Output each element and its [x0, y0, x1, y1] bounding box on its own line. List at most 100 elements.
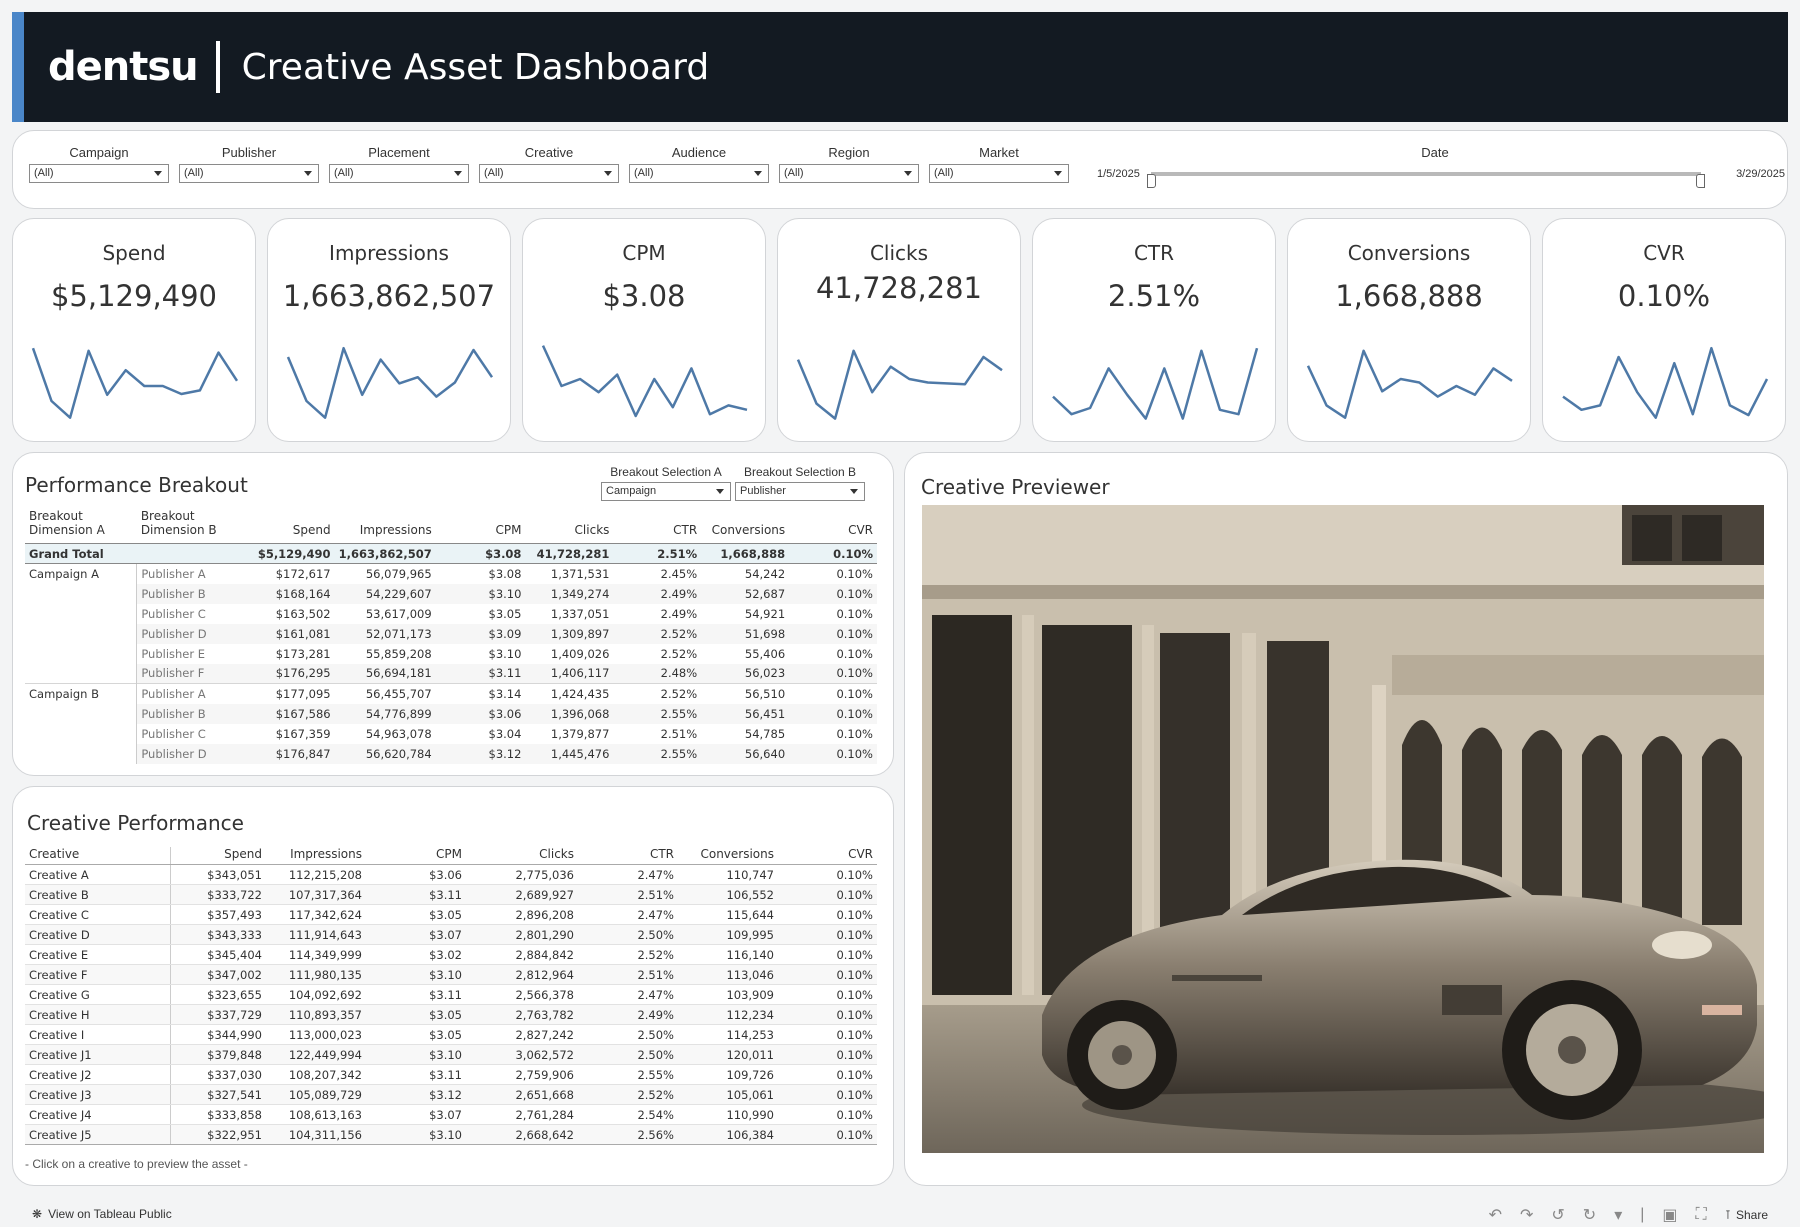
creative-row[interactable]: Creative J1 $379,848 122,449,994 $3.10 3,062…: [25, 1044, 877, 1065]
breakout-dim-b-cell: Publisher C: [136, 723, 249, 744]
kpi-card-impressions: Impressions 1,663,862,507: [267, 218, 511, 442]
creative-row[interactable]: Creative E $345,404 114,349,999 $3.02 2,884,…: [25, 944, 877, 965]
breakout-dim-a-cell: [25, 704, 137, 724]
creative-row[interactable]: Creative C $357,493 117,342,624 $3.05 2,896,…: [25, 904, 877, 925]
date-slider-end-handle[interactable]: [1696, 174, 1705, 188]
kpi-label: Conversions: [1347, 241, 1471, 265]
undo-icon[interactable]: ↶: [1489, 1205, 1502, 1225]
present-icon[interactable]: ▣: [1662, 1205, 1677, 1225]
filter-audience-select[interactable]: (All): [629, 164, 769, 183]
creative-name-cell: Creative I: [25, 1024, 171, 1045]
breakout-row[interactable]: Publisher C $163,502 53,617,009 $3.05 1,337,…: [25, 603, 877, 624]
breakout-row[interactable]: Publisher F $176,295 56,694,181 $3.11 1,406,…: [25, 663, 877, 684]
col-header-dim-b[interactable]: Breakout Dimension B: [137, 509, 249, 544]
kpi-value: 0.10%: [1617, 279, 1711, 313]
creative-row[interactable]: Creative J3 $327,541 105,089,729 $3.12 2,651…: [25, 1084, 877, 1105]
redo-icon[interactable]: ↷: [1520, 1205, 1533, 1225]
breakout-row[interactable]: Publisher B $168,164 54,229,607 $3.10 1,349,…: [25, 583, 877, 604]
kpi-sparkline[interactable]: [792, 329, 1008, 429]
breakout-row[interactable]: Publisher E $173,281 55,859,208 $3.10 1,409,…: [25, 643, 877, 664]
filter-audience-label: Audience: [671, 145, 727, 160]
creative-name-cell: Creative H: [25, 1004, 171, 1025]
col-header-spend[interactable]: Spend: [249, 509, 335, 544]
revert-icon[interactable]: ↺: [1551, 1205, 1564, 1225]
kpi-label: Impressions: [329, 241, 449, 265]
col-header-dim-a[interactable]: Breakout Dimension A: [25, 509, 137, 544]
kpi-sparkline[interactable]: [27, 329, 243, 429]
refresh-icon[interactable]: ↻: [1583, 1205, 1596, 1225]
col-header-cpm[interactable]: CPM: [436, 509, 526, 544]
breakout-cvr-cell: 0.10%: [789, 563, 877, 584]
breakout-ctr-cell: 2.55%: [613, 703, 702, 724]
creative-row[interactable]: Creative I $344,990 113,000,023 $3.05 2,827,…: [25, 1024, 877, 1045]
col-header-cvr[interactable]: CVR: [778, 847, 877, 865]
sparkline-series: [31, 347, 239, 419]
filter-publisher: Publisher (All): [179, 145, 319, 183]
previewer-title: Creative Previewer: [921, 475, 1110, 499]
breakout-selection-a-value: Campaign: [606, 485, 657, 497]
share-button[interactable]: ⊺ Share: [1725, 1208, 1768, 1222]
creative-row[interactable]: Creative A $343,051 112,215,208 $3.06 2,775,…: [25, 864, 877, 885]
creative-row[interactable]: Creative J2 $337,030 108,207,342 $3.11 2,759…: [25, 1064, 877, 1085]
creative-impressions-cell: 111,914,643: [266, 924, 366, 945]
col-header-spend[interactable]: Spend: [170, 847, 266, 865]
breakout-row[interactable]: Publisher D $176,847 56,620,784 $3.12 1,445,…: [25, 743, 877, 764]
breakout-dim-b-cell: Publisher E: [136, 643, 249, 664]
col-header-clicks[interactable]: Clicks: [466, 847, 578, 865]
col-header-creative[interactable]: Creative: [25, 847, 171, 865]
kpi-sparkline[interactable]: [1557, 329, 1773, 429]
filter-publisher-select[interactable]: (All): [179, 164, 319, 183]
filter-region-select[interactable]: (All): [779, 164, 919, 183]
breakout-cpm-cell: $3.09: [435, 623, 526, 644]
breakout-dim-b-cell: Publisher D: [136, 623, 249, 644]
filter-market-select[interactable]: (All): [929, 164, 1069, 183]
col-header-conversions[interactable]: Conversions: [678, 847, 778, 865]
col-header-cpm[interactable]: CPM: [366, 847, 466, 865]
pause-icon[interactable]: ▾: [1614, 1205, 1622, 1225]
col-header-cvr[interactable]: CVR: [789, 509, 877, 544]
creative-header-row: Creative Spend Impressions CPM Clicks CT…: [25, 847, 877, 865]
breakout-row[interactable]: Publisher C $167,359 54,963,078 $3.04 1,379,…: [25, 723, 877, 744]
col-header-ctr[interactable]: CTR: [613, 509, 701, 544]
fullscreen-icon[interactable]: ⛶: [1696, 1206, 1707, 1224]
grand-total-row[interactable]: Grand Total $5,129,490 1,663,862,507 $3.…: [25, 543, 877, 564]
creative-impressions-cell: 104,092,692: [266, 984, 366, 1005]
kpi-sparkline[interactable]: [1047, 329, 1263, 429]
creative-row[interactable]: Creative H $337,729 110,893,357 $3.05 2,763,…: [25, 1004, 877, 1025]
breakout-row[interactable]: Publisher B $167,586 54,776,899 $3.06 1,396,…: [25, 703, 877, 724]
filter-creative-select[interactable]: (All): [479, 164, 619, 183]
creative-row[interactable]: Creative J5 $322,951 104,311,156 $3.10 2,668…: [25, 1124, 877, 1145]
creative-row[interactable]: Creative F $347,002 111,980,135 $3.10 2,812,…: [25, 964, 877, 985]
creative-spend-cell: $323,655: [170, 984, 266, 1005]
filter-campaign-select[interactable]: (All): [29, 164, 169, 183]
creative-conversions-cell: 109,995: [678, 924, 778, 945]
breakout-selection-a-select[interactable]: Campaign: [601, 482, 731, 501]
breakout-selection-b-select[interactable]: Publisher: [735, 482, 865, 501]
col-header-clicks[interactable]: Clicks: [525, 509, 613, 544]
breakout-selection-b-value: Publisher: [740, 485, 786, 497]
grand-total-conversions: 1,668,888: [701, 543, 790, 564]
col-header-impressions[interactable]: Impressions: [266, 847, 366, 865]
col-header-impressions[interactable]: Impressions: [335, 509, 436, 544]
breakout-impressions-cell: 54,963,078: [365, 726, 432, 741]
creative-row[interactable]: Creative J4 $333,858 108,613,163 $3.07 2,761…: [25, 1104, 877, 1125]
breakout-ctr-cell: 2.52%: [613, 683, 702, 704]
creative-row[interactable]: Creative B $333,722 107,317,364 $3.11 2,689,…: [25, 884, 877, 905]
kpi-sparkline[interactable]: [537, 329, 753, 429]
creative-row[interactable]: Creative G $323,655 104,092,692 $3.11 2,566,…: [25, 984, 877, 1005]
kpi-sparkline[interactable]: [1302, 329, 1518, 429]
breakout-dim-b-cell: Publisher B: [136, 583, 249, 604]
creative-conversions-cell: 105,061: [678, 1084, 778, 1105]
breakout-row[interactable]: Campaign B Publisher A $177,095 56,455,707 $…: [25, 683, 877, 704]
col-header-ctr[interactable]: CTR: [578, 847, 678, 865]
view-on-tableau-link[interactable]: ❋ View on Tableau Public: [32, 1207, 172, 1221]
date-slider-start-handle[interactable]: [1147, 174, 1156, 188]
date-slider-track[interactable]: [1147, 172, 1705, 188]
breakout-row[interactable]: Publisher D $161,081 52,071,173 $3.09 1,309,…: [25, 623, 877, 644]
creative-row[interactable]: Creative D $343,333 111,914,643 $3.07 2,801,…: [25, 924, 877, 945]
kpi-sparkline[interactable]: [282, 329, 498, 429]
filter-placement-select[interactable]: (All): [329, 164, 469, 183]
breakout-row[interactable]: Campaign A Publisher A $172,617 56,079,965 $…: [25, 563, 877, 584]
col-header-conversions[interactable]: Conversions: [701, 509, 789, 544]
breakout-clicks-cell: 1,337,051: [550, 606, 610, 621]
